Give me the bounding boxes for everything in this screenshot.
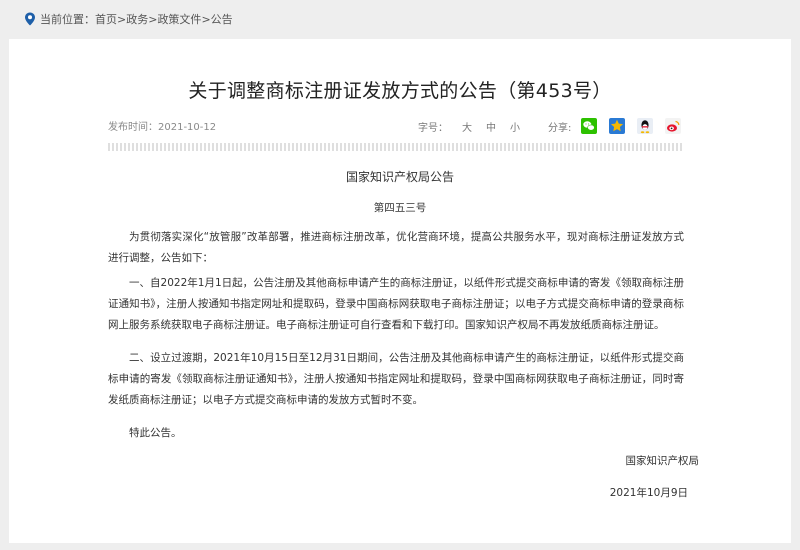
breadcrumb-home[interactable]: 首页 bbox=[95, 11, 117, 27]
wechat-icon[interactable] bbox=[581, 118, 598, 134]
share-label: 分享: bbox=[548, 122, 572, 134]
breadcrumb: 当前位置： 首页 > 政务 > 政策文件 > 公告 bbox=[24, 11, 233, 27]
divider bbox=[108, 143, 684, 151]
announcement-number: 第四五三号 bbox=[373, 202, 427, 214]
breadcrumb-policy-documents[interactable]: 政策文件 bbox=[157, 11, 201, 27]
font-size-medium-button[interactable]: 中 bbox=[486, 119, 496, 134]
breadcrumb-announcement[interactable]: 公告 bbox=[211, 11, 233, 27]
paragraph-item-2: 二、设立过渡期，2021年10月15日至12月31日期间，公告注册及其他商标申请… bbox=[108, 352, 684, 406]
breadcrumb-separator: > bbox=[201, 12, 211, 26]
issuing-office: 国家知识产权局公告 bbox=[345, 170, 454, 184]
publish-date: 发布时间：2021-10-12 bbox=[108, 122, 217, 133]
signature-date: 2021年10月9日 bbox=[609, 487, 688, 499]
weibo-icon[interactable] bbox=[665, 118, 682, 134]
signature-organization: 国家知识产权局 bbox=[625, 455, 700, 467]
article-toolbar: 字号： 大 中 小 分享: bbox=[418, 118, 682, 134]
breadcrumb-separator: > bbox=[148, 12, 158, 26]
paragraph-closing: 特此公告。 bbox=[129, 427, 182, 439]
font-size-label: 字号： bbox=[418, 122, 448, 134]
qq-icon[interactable] bbox=[637, 118, 654, 134]
breadcrumb-prefix: 当前位置： bbox=[40, 13, 95, 26]
font-size-large-button[interactable]: 大 bbox=[462, 119, 472, 134]
location-pin-icon bbox=[25, 12, 35, 26]
font-size-small-button[interactable]: 小 bbox=[510, 119, 520, 134]
qzone-icon[interactable] bbox=[609, 118, 626, 134]
breadcrumb-government[interactable]: 政务 bbox=[126, 11, 148, 27]
paragraph-item-1: 一、自2022年1月1日起，公告注册及其他商标申请产生的商标注册证，以纸件形式提… bbox=[108, 277, 684, 331]
paragraph-intro: 为贯彻落实深化“放管服”改革部署，推进商标注册改革，优化营商环境，提高公共服务水… bbox=[108, 231, 684, 264]
article-panel: 关于调整商标注册证发放方式的公告（第453号） 发布时间：2021-10-12 … bbox=[9, 39, 791, 543]
article-title: 关于调整商标注册证发放方式的公告（第453号） bbox=[188, 80, 612, 102]
breadcrumb-separator: > bbox=[117, 12, 127, 26]
